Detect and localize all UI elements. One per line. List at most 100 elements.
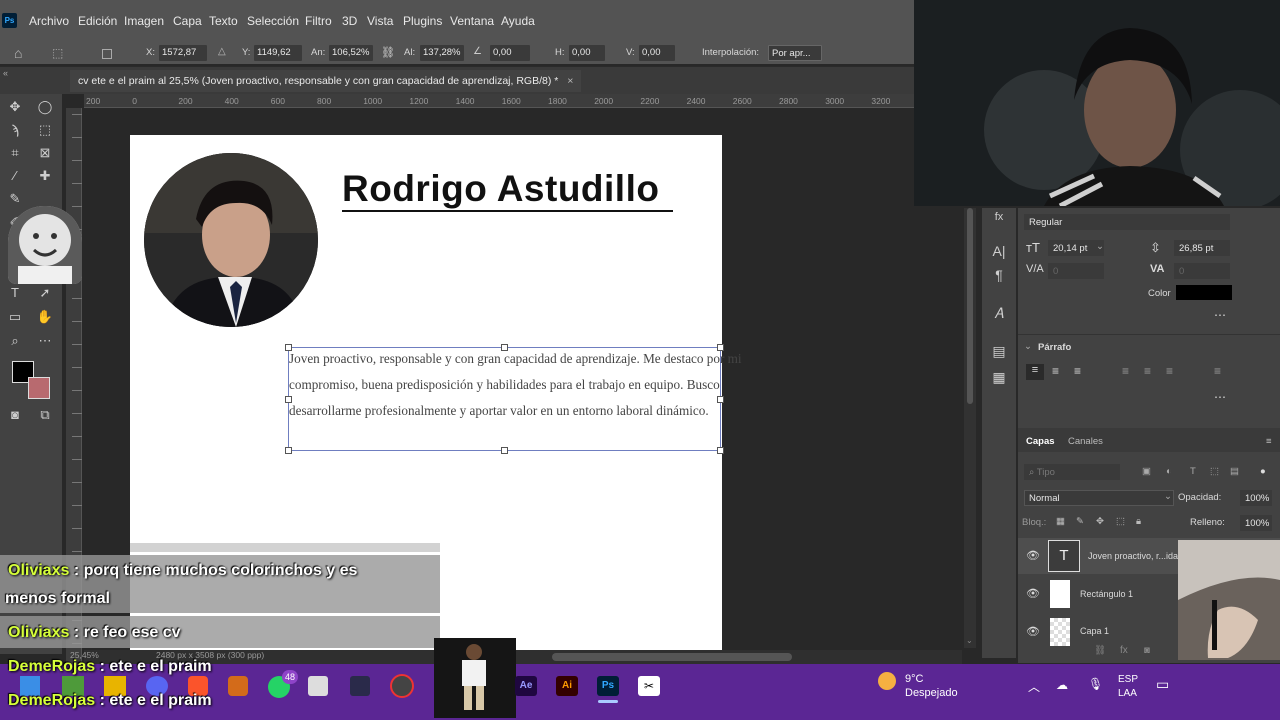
tab-channels[interactable]: Canales: [1068, 436, 1103, 447]
blend-mode-select[interactable]: Normal: [1024, 490, 1174, 506]
notifications-icon[interactable]: ▭: [1156, 676, 1169, 693]
lock-artboard-icon[interactable]: ⬚: [1116, 516, 1125, 527]
kerning-field[interactable]: 0: [1048, 263, 1104, 279]
layer-name[interactable]: Capa 1: [1080, 626, 1109, 636]
filter-type-icon[interactable]: T: [1190, 466, 1196, 477]
add-style-icon[interactable]: fx: [1120, 645, 1128, 656]
transform-handle[interactable]: [501, 447, 508, 454]
menu-plugins[interactable]: Plugins: [403, 14, 442, 28]
scroll-down-icon[interactable]: ⌄: [966, 636, 973, 645]
menu-vista[interactable]: Vista: [367, 14, 393, 28]
width-field[interactable]: 106,52%: [329, 45, 373, 61]
zoom-tool-icon[interactable]: ⌕: [6, 332, 24, 350]
align-right-icon[interactable]: ≡: [1074, 364, 1081, 378]
angle-field[interactable]: 0,00: [490, 45, 530, 61]
x-field[interactable]: 1572,87 p:: [159, 45, 207, 74]
ellipse-marquee-icon[interactable]: ◯: [36, 98, 54, 116]
vertical-scrollbar[interactable]: [964, 208, 976, 648]
filter-pixel-icon[interactable]: ▣: [1142, 466, 1151, 477]
menu-texto[interactable]: Texto: [209, 14, 238, 28]
lock-position-icon[interactable]: ✥: [1096, 516, 1104, 527]
leading-field[interactable]: 26,85 pt: [1174, 240, 1230, 256]
object-select-icon[interactable]: ⬚: [36, 121, 54, 139]
transform-handle[interactable]: [285, 447, 292, 454]
horizontal-scrollbar-thumb[interactable]: [552, 653, 792, 661]
language-bottom[interactable]: LAA: [1118, 688, 1137, 699]
rectangle-tool-icon[interactable]: ▭: [6, 308, 24, 326]
justify-center-icon[interactable]: ≡: [1144, 364, 1151, 378]
more-options-icon[interactable]: ⋯: [1214, 390, 1226, 404]
obs-icon[interactable]: [390, 674, 414, 698]
app-icon[interactable]: [228, 676, 248, 696]
language-top[interactable]: ESP: [1118, 674, 1138, 685]
vskew-field[interactable]: 0,00: [639, 45, 675, 61]
interpolation-select[interactable]: Por apr...: [768, 45, 822, 61]
transform-handle[interactable]: [717, 447, 724, 454]
justify-all-icon[interactable]: ≡: [1214, 364, 1221, 378]
crop-tool-icon[interactable]: ⌗: [6, 144, 24, 162]
type-tool-icon[interactable]: T: [6, 284, 24, 302]
layer-name[interactable]: Joven proactivo, r...ida: [1088, 551, 1178, 561]
filter-toggle-icon[interactable]: ●: [1260, 466, 1266, 477]
hand-tool-icon[interactable]: ✋: [36, 308, 54, 326]
capcut-icon[interactable]: ✂: [638, 676, 660, 696]
after-effects-icon[interactable]: Ae: [515, 676, 537, 696]
hskew-field[interactable]: 0,00: [569, 45, 605, 61]
eyedropper-icon[interactable]: ⁄: [6, 167, 24, 185]
layer-search-input[interactable]: ⌕ Tipo: [1024, 464, 1120, 480]
menu-ventana[interactable]: Ventana: [450, 14, 494, 28]
cv-name-heading[interactable]: Rodrigo Astudillo: [342, 168, 659, 210]
y-field[interactable]: 1149,62 p:: [254, 45, 302, 74]
menu-edicion[interactable]: Edición: [78, 14, 117, 28]
photoshop-taskbar-icon[interactable]: Ps: [597, 676, 619, 696]
brush-tool-icon[interactable]: ✎: [6, 190, 24, 208]
weather-temp[interactable]: 9°C: [905, 673, 923, 685]
more-tools-icon[interactable]: ⋯: [36, 332, 54, 350]
add-mask-icon[interactable]: ◙: [1144, 645, 1150, 656]
justify-right-icon[interactable]: ≡: [1166, 364, 1173, 378]
menu-capa[interactable]: Capa: [173, 14, 202, 28]
text-color-swatch[interactable]: [1176, 285, 1232, 300]
height-field[interactable]: 137,28%: [420, 45, 464, 61]
character-icon[interactable]: A|: [990, 242, 1008, 260]
layer-name[interactable]: Rectángulo 1: [1080, 589, 1133, 599]
menu-ayuda[interactable]: Ayuda: [501, 14, 535, 28]
davinci-icon[interactable]: [350, 676, 370, 696]
lock-pixels-icon[interactable]: ✎: [1076, 516, 1084, 527]
properties-icon[interactable]: ▦: [990, 368, 1008, 386]
home-icon[interactable]: ⌂: [14, 45, 22, 61]
chevron-down-icon[interactable]: ⌄: [1164, 491, 1172, 502]
reference-point-icon[interactable]: [102, 49, 112, 59]
tab-layers[interactable]: Capas: [1026, 436, 1055, 447]
paragraph-icon[interactable]: ¶: [990, 266, 1008, 284]
close-tab-icon[interactable]: ×: [567, 75, 573, 87]
path-select-icon[interactable]: ➚: [36, 284, 54, 302]
panel-menu-icon[interactable]: ≡: [1266, 436, 1272, 447]
link-layers-icon[interactable]: ⛓: [1094, 645, 1106, 656]
microphone-icon[interactable]: 🎙︎: [1088, 677, 1103, 691]
quick-mask-icon[interactable]: ◙: [6, 406, 24, 424]
font-style-select[interactable]: Regular: [1024, 214, 1230, 230]
link-icon[interactable]: ⛓: [381, 46, 395, 59]
document-tab[interactable]: cv ete e el praim al 25,5% (Joven proact…: [70, 70, 582, 92]
filter-smart-icon[interactable]: ▤: [1230, 466, 1239, 477]
frame-tool-icon[interactable]: ⊠: [36, 144, 54, 162]
vertical-scrollbar-thumb[interactable]: [967, 208, 973, 404]
tray-chevron-icon[interactable]: ︿: [1028, 678, 1040, 695]
move-tool-icon[interactable]: ✥: [6, 98, 24, 116]
delta-icon[interactable]: △: [218, 46, 226, 57]
fill-field[interactable]: 100%: [1240, 515, 1272, 531]
menu-3d[interactable]: 3D: [342, 14, 357, 28]
network-icon[interactable]: ☁: [1056, 678, 1068, 692]
menu-imagen[interactable]: Imagen: [124, 14, 164, 28]
illustrator-icon[interactable]: Ai: [556, 676, 578, 696]
libraries-icon[interactable]: ▤: [990, 342, 1008, 360]
opacity-field[interactable]: 100%: [1240, 490, 1272, 506]
menu-seleccion[interactable]: Selección: [247, 14, 299, 28]
tracking-field[interactable]: 0: [1174, 263, 1230, 279]
more-options-icon[interactable]: ⋯: [1214, 308, 1226, 322]
visibility-eye-icon[interactable]: 👁︎: [1026, 549, 1040, 562]
cv-summary-text[interactable]: Joven proactivo, responsable y con gran …: [289, 346, 742, 424]
align-left-icon[interactable]: ≡: [1026, 364, 1044, 380]
weather-desc[interactable]: Despejado: [905, 687, 958, 699]
